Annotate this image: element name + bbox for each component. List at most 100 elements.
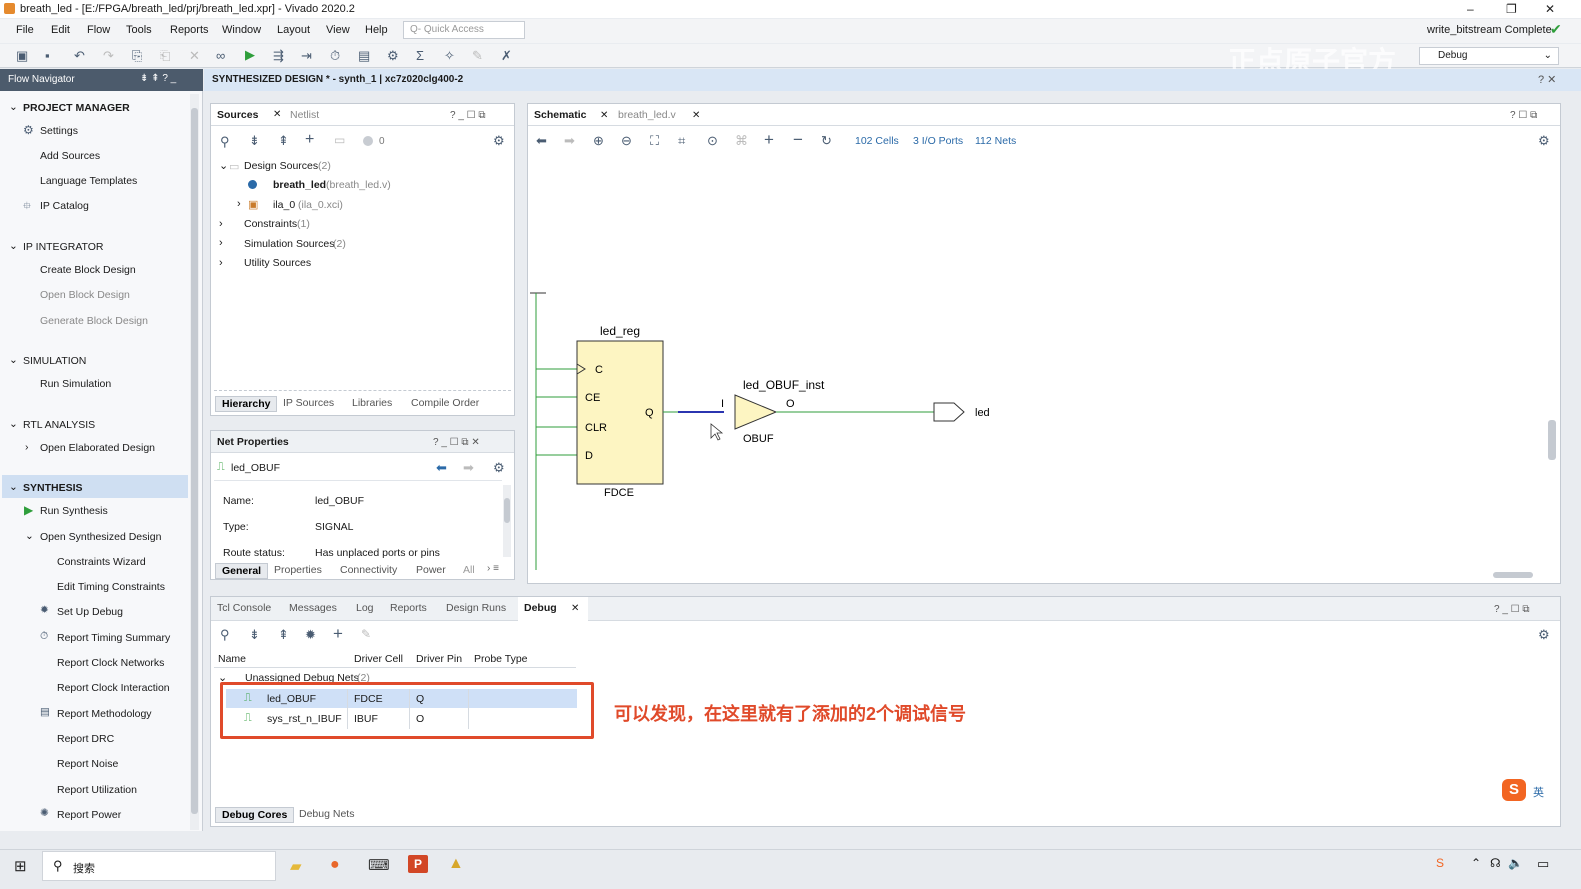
- panel-window-controls[interactable]: ? _ ☐ ⧉: [450, 110, 486, 121]
- col-name[interactable]: Name: [218, 653, 246, 665]
- tab-breath-led-v[interactable]: breath_led.v: [618, 109, 676, 121]
- app-icon[interactable]: ⌨: [368, 856, 390, 874]
- chevron-down-icon[interactable]: ⌄: [9, 101, 18, 113]
- chevron-right-icon[interactable]: ›: [219, 218, 223, 230]
- nav-scrollbar-thumb[interactable]: [191, 108, 198, 814]
- autoconnect-icon[interactable]: ∞: [216, 48, 225, 64]
- menu-file[interactable]: File: [16, 24, 34, 36]
- save-icon[interactable]: ▪: [45, 48, 50, 64]
- tray-volume-icon[interactable]: 🔈: [1508, 856, 1523, 870]
- col-driver-cell[interactable]: Driver Cell: [354, 653, 403, 665]
- tab-libraries[interactable]: Libraries: [352, 397, 392, 409]
- copy-icon[interactable]: ⎘: [132, 48, 142, 64]
- search-icon[interactable]: ⚲: [220, 134, 230, 150]
- ime-logo-icon[interactable]: S: [1502, 779, 1526, 801]
- tree-breath-led[interactable]: breath_led: [273, 179, 326, 191]
- chevron-right-icon[interactable]: ›: [219, 237, 223, 249]
- expand-all-icon[interactable]: ⇞: [278, 627, 289, 643]
- tab-connectivity[interactable]: Connectivity: [340, 564, 397, 576]
- nav-report-utilization[interactable]: Report Utilization: [57, 784, 137, 796]
- add-icon[interactable]: +: [305, 131, 314, 149]
- nav-run-synthesis[interactable]: Run Synthesis: [40, 505, 108, 517]
- expand-all-icon[interactable]: ⇞: [278, 133, 289, 149]
- nav-language-templates[interactable]: Language Templates: [40, 175, 137, 187]
- nav-ip-catalog[interactable]: IP Catalog: [40, 200, 89, 212]
- sigma-icon[interactable]: Σ: [416, 48, 424, 64]
- restore-icon[interactable]: ❐: [1506, 0, 1517, 18]
- expand-icon[interactable]: +: [764, 130, 774, 150]
- pencil-icon[interactable]: ✎: [472, 48, 483, 64]
- gear-icon[interactable]: ⚙: [1538, 133, 1550, 149]
- cells-link[interactable]: 102 Cells: [855, 135, 899, 147]
- powerpoint-icon[interactable]: P: [408, 855, 428, 873]
- chevron-right-icon[interactable]: ›: [25, 441, 29, 453]
- obuf-cell[interactable]: [734, 394, 778, 430]
- menu-edit[interactable]: Edit: [51, 24, 70, 36]
- tab-debug-nets[interactable]: Debug Nets: [299, 808, 354, 820]
- forward-arrow-icon[interactable]: ➡: [564, 133, 575, 149]
- help-close-icons[interactable]: ? ✕: [1538, 73, 1556, 86]
- program-icon[interactable]: ⇶: [273, 48, 284, 64]
- delete-icon[interactable]: ✕: [189, 48, 200, 64]
- nav-report-clock-interaction[interactable]: Report Clock Interaction: [57, 682, 170, 694]
- chevron-down-icon[interactable]: ⌄: [219, 159, 228, 172]
- nav-open-block-design[interactable]: Open Block Design: [40, 289, 130, 301]
- output-port-icon[interactable]: [933, 402, 965, 422]
- tab-netlist[interactable]: Netlist: [290, 109, 319, 121]
- tab-all[interactable]: All: [463, 564, 475, 576]
- doc-icon[interactable]: ▭: [334, 133, 345, 147]
- timer-icon[interactable]: ⏱: [330, 48, 340, 64]
- chevron-down-icon[interactable]: ⌄: [9, 354, 18, 366]
- nav-report-clock-networks[interactable]: Report Clock Networks: [57, 657, 164, 669]
- layout-select[interactable]: Debug ⌄: [1419, 47, 1559, 65]
- close-icon[interactable]: ✕: [692, 110, 700, 121]
- nav-set-up-debug[interactable]: Set Up Debug: [57, 606, 123, 618]
- tab-hierarchy[interactable]: Hierarchy: [215, 396, 278, 412]
- zoom-out-icon[interactable]: ⊖: [621, 133, 632, 149]
- notification-icon[interactable]: ▭: [1537, 856, 1549, 872]
- nets-link[interactable]: 112 Nets: [975, 135, 1016, 147]
- close-icon[interactable]: ✕: [1545, 0, 1555, 18]
- tab-properties[interactable]: Properties: [274, 564, 322, 576]
- forward-arrow-icon[interactable]: ➡: [463, 460, 474, 476]
- nav-edit-timing-constraints[interactable]: Edit Timing Constraints: [57, 581, 165, 593]
- chevron-down-icon[interactable]: ⌄: [9, 240, 18, 252]
- search-icon[interactable]: ⚲: [220, 627, 230, 643]
- paste-icon[interactable]: ⎗: [160, 48, 170, 64]
- menu-flow[interactable]: Flow: [87, 24, 110, 36]
- nav-open-synthesized-design[interactable]: Open Synthesized Design: [40, 531, 161, 543]
- chevron-down-icon[interactable]: ⌄: [25, 530, 34, 542]
- col-driver-pin[interactable]: Driver Pin: [416, 653, 462, 665]
- settings-gear-icon[interactable]: ⚙: [387, 48, 399, 64]
- taskbar-search[interactable]: ⚲ 搜索: [42, 851, 276, 881]
- minimize-icon[interactable]: –: [1467, 0, 1474, 18]
- zoom-area-icon[interactable]: ⌗: [678, 133, 685, 149]
- undo-icon[interactable]: ↶: [74, 48, 85, 64]
- props-scrollbar-thumb[interactable]: [504, 498, 510, 523]
- report-icon[interactable]: ▤: [358, 48, 370, 64]
- windows-start-icon[interactable]: ⊞: [14, 857, 27, 875]
- nav-synthesis[interactable]: SYNTHESIS: [23, 482, 83, 494]
- nav-simulation[interactable]: SIMULATION: [23, 355, 86, 367]
- collapse-icon[interactable]: −: [793, 130, 803, 150]
- zoom-in-icon[interactable]: ⊕: [593, 133, 604, 149]
- tab-reports[interactable]: Reports: [390, 602, 427, 614]
- close-icon[interactable]: ✕: [273, 109, 281, 120]
- debug-bug-icon[interactable]: ✹: [305, 627, 316, 643]
- tab-schematic[interactable]: Schematic: [534, 109, 587, 121]
- gear-icon[interactable]: ⚙: [493, 133, 505, 149]
- nav-add-sources[interactable]: Add Sources: [40, 150, 100, 162]
- target-icon[interactable]: ⊙: [707, 133, 718, 149]
- nav-report-methodology[interactable]: Report Methodology: [57, 708, 152, 720]
- tray-ime-icon[interactable]: S: [1436, 856, 1444, 870]
- nav-report-drc[interactable]: Report DRC: [57, 733, 114, 745]
- redo-icon[interactable]: ↷: [103, 48, 114, 64]
- tab-design-runs[interactable]: Design Runs: [446, 602, 506, 614]
- tab-ip-sources[interactable]: IP Sources: [283, 397, 334, 409]
- nav-rtl-analysis[interactable]: RTL ANALYSIS: [23, 419, 95, 431]
- nav-generate-block-design[interactable]: Generate Block Design: [40, 315, 148, 327]
- menu-tools[interactable]: Tools: [126, 24, 152, 36]
- panel-window-controls[interactable]: ? _ ☐ ⧉: [1494, 604, 1530, 615]
- io-ports-link[interactable]: 3 I/O Ports: [913, 135, 963, 147]
- file-explorer-icon[interactable]: ▰: [290, 857, 302, 875]
